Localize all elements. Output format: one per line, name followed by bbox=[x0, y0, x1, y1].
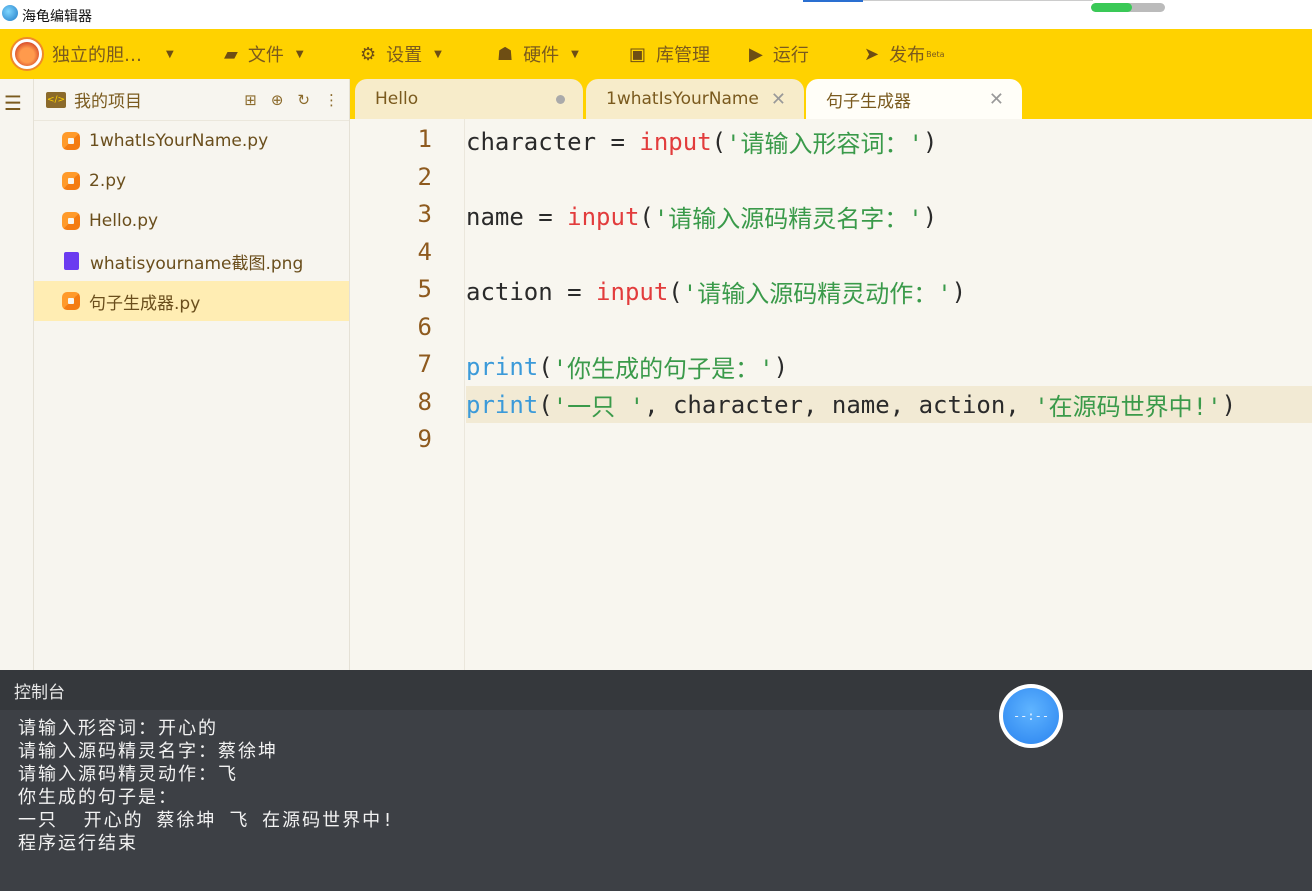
loading-progress-fill bbox=[1091, 3, 1132, 12]
loading-progress-bar bbox=[1091, 3, 1165, 12]
file-item-selected[interactable]: 句子生成器.py bbox=[34, 281, 349, 321]
more-options-icon[interactable]: ⋮ bbox=[324, 91, 339, 109]
code-line: character = input('请输入形容词：') bbox=[466, 127, 938, 159]
line-number: 5 bbox=[417, 275, 432, 303]
menu-settings-label: 设置 bbox=[386, 45, 423, 66]
editor-tab-bar: Hello 1whatIsYourName ✕ 句子生成器 ✕ bbox=[350, 79, 1312, 119]
new-file-icon[interactable]: ⊞ bbox=[244, 91, 257, 109]
console-line: 你生成的句子是： bbox=[18, 787, 178, 808]
turtle-logo-icon bbox=[2, 5, 18, 21]
timer-widget[interactable]: --:-- bbox=[999, 684, 1063, 748]
beta-badge: Beta bbox=[926, 49, 945, 59]
folder-icon: ▰ bbox=[224, 43, 238, 65]
chevron-down-icon: ▼ bbox=[571, 48, 579, 60]
menu-settings[interactable]: ⚙ 设置 ▼ bbox=[360, 29, 442, 79]
collapse-menu-icon[interactable]: ☰ bbox=[4, 91, 22, 115]
menu-file[interactable]: ▰ 文件 ▼ bbox=[224, 29, 304, 79]
code-line: print('你生成的句子是：') bbox=[466, 352, 789, 384]
activity-bar: ☰ bbox=[0, 79, 34, 670]
tab-label: 句子生成器 bbox=[826, 91, 911, 112]
python-file-icon bbox=[62, 172, 80, 190]
image-file-icon bbox=[64, 252, 79, 270]
file-name: 1whatIsYourName.py bbox=[89, 131, 269, 151]
unsaved-dot-icon bbox=[556, 95, 565, 104]
code-line: name = input('请输入源码精灵名字：') bbox=[466, 202, 938, 234]
menu-run-label: 运行 bbox=[772, 45, 809, 66]
tab-label: 1whatIsYourName bbox=[606, 89, 759, 109]
user-menu[interactable]: 独立的胆… ▼ bbox=[10, 29, 174, 79]
line-number-gutter: 1 2 3 4 5 6 7 8 9 bbox=[350, 119, 465, 670]
code-editor[interactable]: 1 2 3 4 5 6 7 8 9 character = input('请输入… bbox=[350, 119, 1312, 670]
console-line: 请输入形容词：开心的 bbox=[18, 718, 218, 739]
menu-file-label: 文件 bbox=[247, 45, 284, 66]
explorer-title: 我的项目 bbox=[74, 92, 142, 112]
play-icon: ▶ bbox=[749, 43, 763, 65]
file-name: whatisyourname截图.png bbox=[90, 253, 304, 274]
console-line: 一只 开心的 蔡徐坤 飞 在源码世界中! bbox=[18, 810, 396, 831]
menu-run[interactable]: ▶ 运行 bbox=[749, 29, 809, 79]
console-line: 请输入源码精灵名字：蔡徐坤 bbox=[18, 741, 278, 762]
new-folder-icon[interactable]: ⊕ bbox=[271, 91, 284, 109]
refresh-icon[interactable]: ↻ bbox=[297, 91, 310, 109]
tab-label: Hello bbox=[375, 89, 419, 109]
project-icon: </> bbox=[46, 91, 66, 108]
console-line: 程序运行结束 bbox=[18, 833, 138, 854]
tab-sentence-generator[interactable]: 句子生成器 ✕ bbox=[806, 79, 1022, 119]
console-output[interactable]: 请输入形容词：开心的 请输入源码精灵名字：蔡徐坤 请输入源码精灵动作：飞 你生成… bbox=[0, 710, 1312, 855]
menu-publish-label: 发布 bbox=[889, 45, 926, 66]
file-item[interactable]: whatisyourname截图.png bbox=[34, 241, 349, 281]
file-name: 2.py bbox=[89, 171, 127, 191]
python-file-icon bbox=[62, 132, 80, 150]
file-name: 句子生成器.py bbox=[89, 293, 201, 314]
console-header: 控制台 bbox=[0, 670, 1312, 710]
line-number: 6 bbox=[417, 313, 432, 341]
user-name: 独立的胆… bbox=[52, 45, 142, 66]
line-number: 1 bbox=[417, 125, 432, 153]
line-number: 4 bbox=[417, 238, 432, 266]
menu-bar: 独立的胆… ▼ ▰ 文件 ▼ ⚙ 设置 ▼ ☗ 硬件 ▼ ▣ 库管理 ▶ 运行 … bbox=[0, 29, 1312, 79]
library-icon: ▣ bbox=[629, 43, 647, 65]
file-item[interactable]: 1whatIsYourName.py bbox=[34, 121, 349, 161]
hardware-icon: ☗ bbox=[497, 43, 514, 65]
window-divider-line bbox=[863, 0, 1093, 1]
line-number: 3 bbox=[417, 200, 432, 228]
chevron-down-icon: ▼ bbox=[434, 48, 442, 60]
line-number: 9 bbox=[417, 425, 432, 453]
line-number: 2 bbox=[417, 163, 432, 191]
menu-library[interactable]: ▣ 库管理 bbox=[629, 29, 710, 79]
tab-hello[interactable]: Hello bbox=[355, 79, 583, 119]
chevron-down-icon: ▼ bbox=[166, 48, 174, 60]
avatar bbox=[10, 37, 44, 71]
file-item[interactable]: Hello.py bbox=[34, 201, 349, 241]
gear-icon: ⚙ bbox=[360, 43, 377, 65]
menu-hardware-label: 硬件 bbox=[523, 45, 560, 66]
console-title: 控制台 bbox=[14, 682, 65, 703]
code-line-current: print('一只 ', character, name, action, '在… bbox=[466, 386, 1312, 423]
app-title: 海龟编辑器 bbox=[22, 9, 92, 25]
close-icon[interactable]: ✕ bbox=[771, 89, 786, 110]
project-explorer: </> 我的项目 ⊞ ⊕ ↻ ⋮ 1whatIsYourName.py 2.py… bbox=[34, 79, 350, 670]
menu-hardware[interactable]: ☗ 硬件 ▼ bbox=[497, 29, 579, 79]
close-icon[interactable]: ✕ bbox=[989, 89, 1004, 110]
python-file-icon bbox=[62, 212, 80, 230]
menu-publish[interactable]: ➤ 发布 Beta bbox=[864, 29, 945, 79]
chevron-down-icon: ▼ bbox=[295, 48, 304, 60]
file-name: Hello.py bbox=[89, 211, 159, 231]
line-number: 7 bbox=[417, 350, 432, 378]
file-item[interactable]: 2.py bbox=[34, 161, 349, 201]
console-line: 请输入源码精灵动作：飞 bbox=[18, 764, 238, 785]
python-file-icon bbox=[62, 292, 80, 310]
code-line: action = input('请输入源码精灵动作：') bbox=[466, 277, 967, 309]
menu-library-label: 库管理 bbox=[656, 45, 711, 66]
explorer-header: </> 我的项目 ⊞ ⊕ ↻ ⋮ bbox=[34, 79, 349, 121]
timer-display: --:-- bbox=[1003, 688, 1059, 744]
console-panel: 控制台 请输入形容词：开心的 请输入源码精灵名字：蔡徐坤 请输入源码精灵动作：飞… bbox=[0, 670, 1312, 891]
line-number: 8 bbox=[417, 388, 432, 416]
title-bar: 海龟编辑器 bbox=[0, 0, 1312, 29]
tab-1whatisyourname[interactable]: 1whatIsYourName ✕ bbox=[586, 79, 804, 119]
window-accent-line bbox=[803, 0, 863, 2]
paper-plane-icon: ➤ bbox=[864, 43, 880, 65]
